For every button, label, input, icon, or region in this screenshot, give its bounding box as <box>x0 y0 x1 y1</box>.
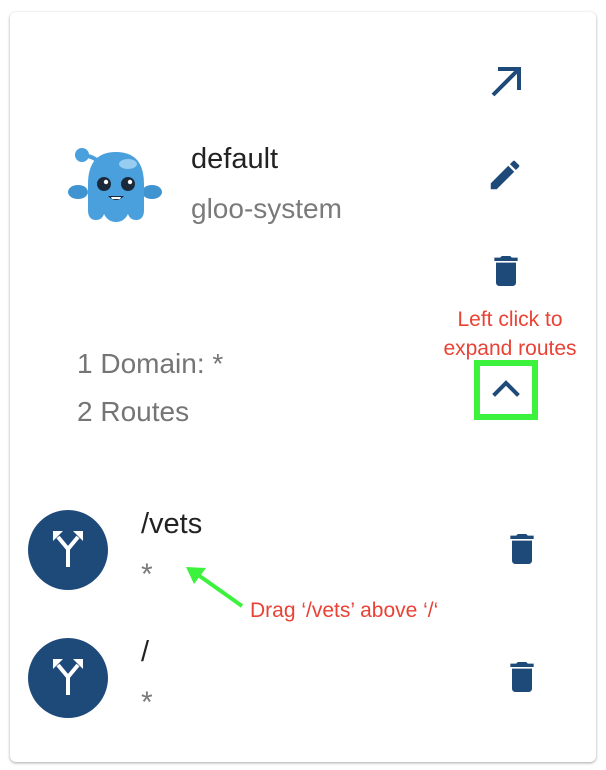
route-split-icon <box>50 655 86 702</box>
virtual-service-name: default <box>191 143 279 175</box>
route-avatar[interactable] <box>28 638 108 718</box>
edit-button[interactable] <box>482 154 528 200</box>
pencil-icon <box>486 156 524 199</box>
trash-icon <box>502 529 542 574</box>
trash-icon <box>502 657 542 702</box>
expand-hint-line-2: expand routes <box>443 337 577 360</box>
route-matcher: * <box>141 558 153 591</box>
drag-arrow-annotation <box>180 562 250 612</box>
delete-route-button[interactable] <box>500 656 544 702</box>
route-split-icon <box>50 527 86 574</box>
chevron-up-icon <box>491 378 521 403</box>
virtual-service-namespace: gloo-system <box>191 193 342 224</box>
arrow-up-right-icon <box>488 64 522 103</box>
route-avatar[interactable] <box>28 510 108 590</box>
trash-icon <box>486 251 526 296</box>
expand-routes-annotation: Left click to expand routes <box>420 305 600 363</box>
route-path: / <box>141 636 150 668</box>
expand-routes-button[interactable] <box>480 366 532 414</box>
domains-summary: 1 Domain: * <box>77 348 224 379</box>
route-path: /vets <box>141 508 203 540</box>
routes-count: 2 Routes <box>77 396 190 427</box>
gloo-mascot-icon <box>66 140 164 230</box>
route-matcher: * <box>141 686 153 719</box>
open-button[interactable] <box>482 62 528 104</box>
delete-route-button[interactable] <box>500 528 544 574</box>
delete-button[interactable] <box>484 250 528 296</box>
expand-hint-line-1: Left click to <box>457 308 563 331</box>
drag-hint-annotation: Drag ‘/vets’ above ‘/‘ <box>250 599 439 622</box>
